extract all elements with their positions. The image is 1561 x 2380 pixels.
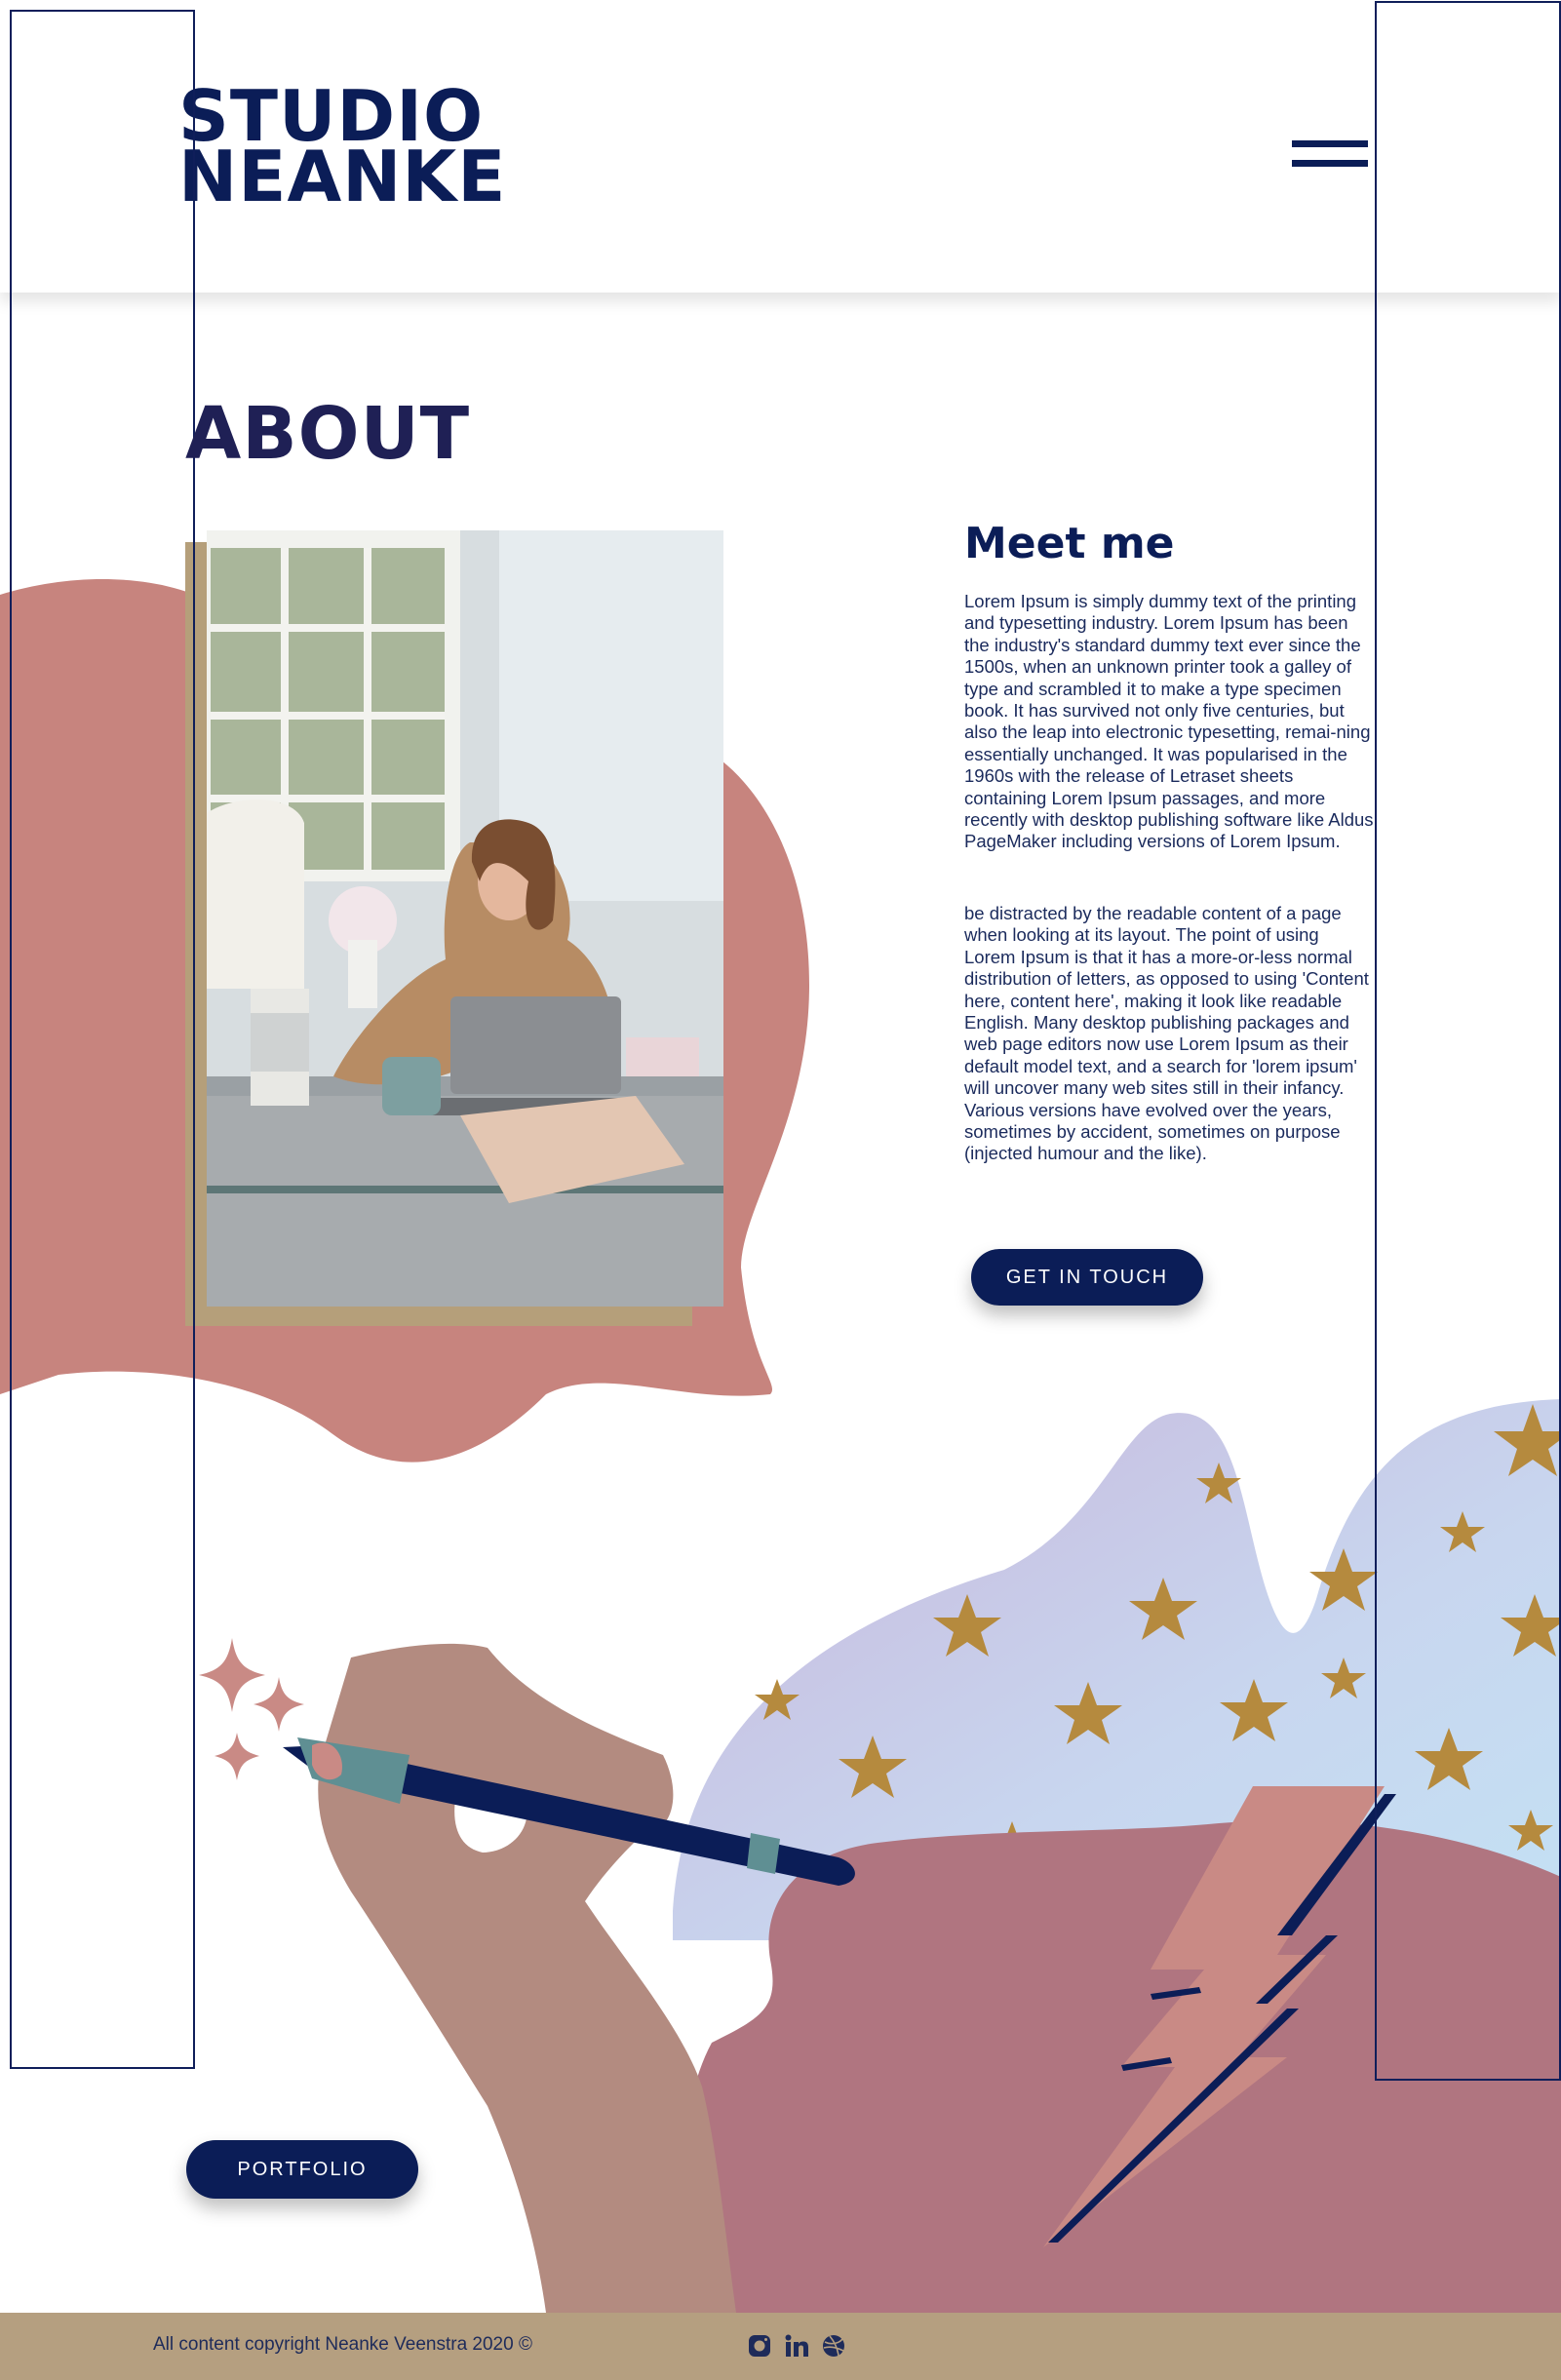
profile-photo xyxy=(185,530,723,1326)
social-links xyxy=(747,2328,846,2363)
about-paragraph-1: Lorem Ipsum is simply dummy text of the … xyxy=(964,591,1374,852)
page-title: ABOUT xyxy=(185,392,471,476)
get-in-touch-button[interactable]: GET IN TOUCH xyxy=(971,1249,1203,1306)
linkedin-icon[interactable] xyxy=(784,2333,809,2359)
hamburger-icon xyxy=(1292,140,1368,147)
logo-line-2: NEANKE xyxy=(178,136,507,217)
instagram-icon[interactable] xyxy=(747,2333,772,2359)
portfolio-button[interactable]: PORTFOLIO xyxy=(186,2140,418,2199)
dribbble-icon[interactable] xyxy=(821,2333,846,2359)
copyright-text: All content copyright Neanke Veenstra 20… xyxy=(153,2334,532,2355)
hamburger-icon-line xyxy=(1292,160,1368,167)
mauve-blob xyxy=(679,1820,1561,2313)
photo-image xyxy=(207,530,723,1307)
sparkles xyxy=(199,1638,304,1780)
woman-at-desk-illustration xyxy=(207,530,723,1307)
about-paragraph-2: be distracted by the readable content of… xyxy=(964,903,1369,1164)
studio-logo[interactable]: STUDIO NEANKE xyxy=(178,81,507,217)
hamburger-menu-button[interactable] xyxy=(1289,137,1369,181)
meet-me-heading: Meet me xyxy=(964,519,1175,568)
site-footer: All content copyright Neanke Veenstra 20… xyxy=(0,2313,1561,2380)
